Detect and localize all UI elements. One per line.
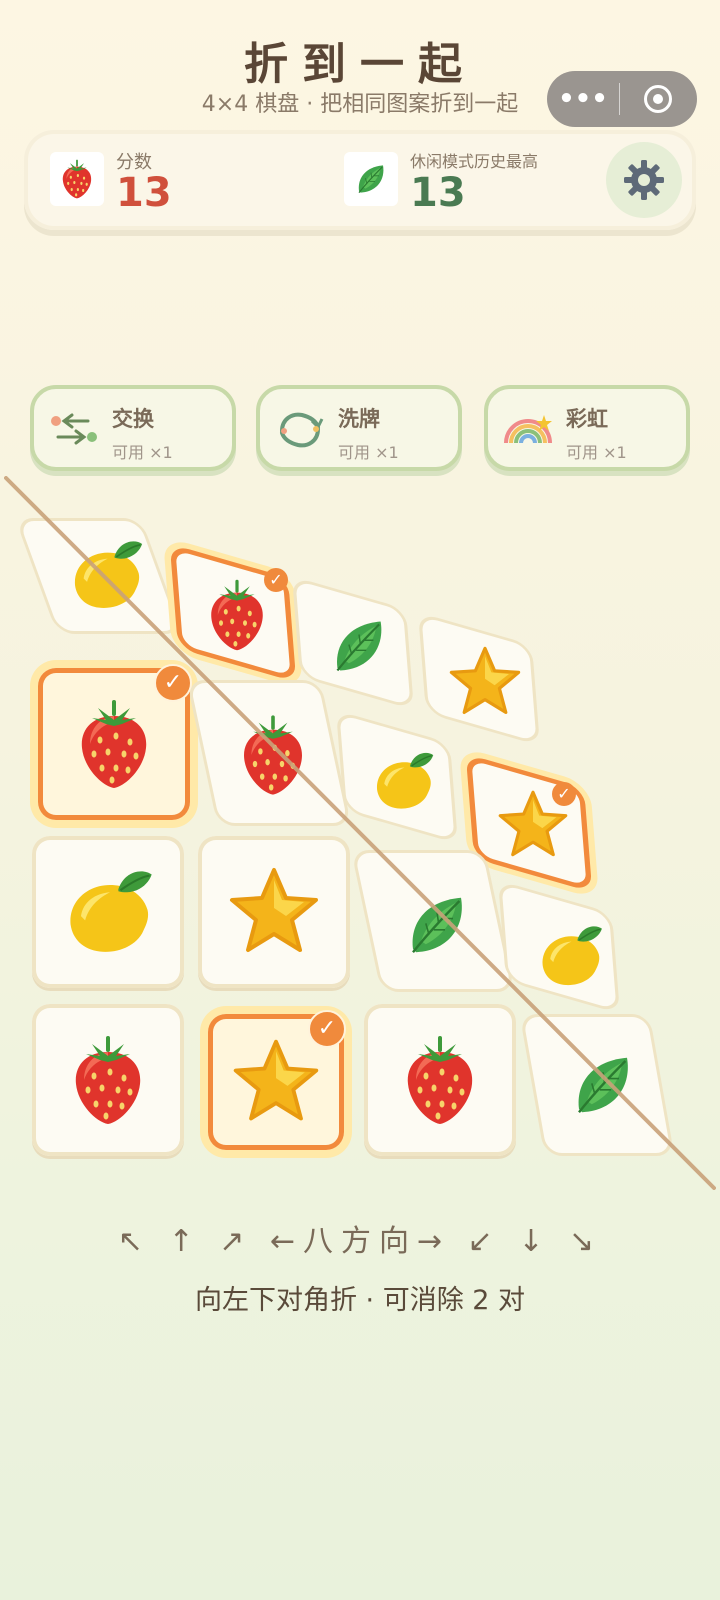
direction-arrows[interactable]: ↖ ↑ ↗ ←八方向→ ↙ ↓ ↘: [0, 1216, 720, 1260]
game-board: ✓ ✓ ✓ ✓: [0, 0, 720, 1600]
fold-line: [4, 476, 716, 1190]
fold-hint: 向左下对角折 · 可消除 2 对: [194, 1285, 526, 1316]
